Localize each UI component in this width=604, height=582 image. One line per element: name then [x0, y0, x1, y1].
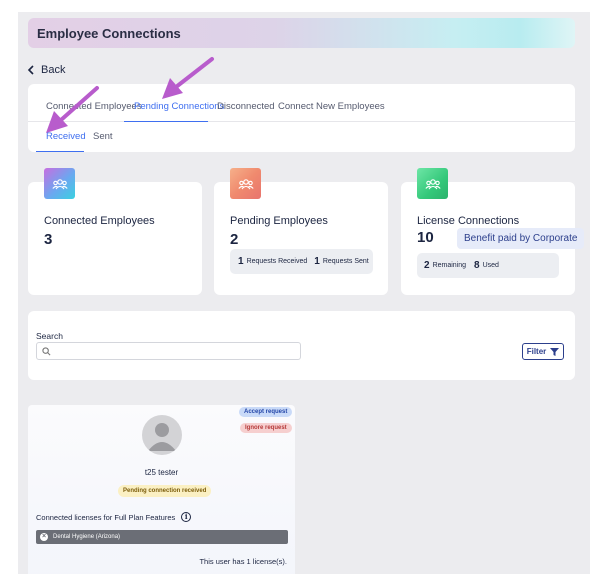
used-label: Used: [482, 262, 499, 269]
search-panel: Search Filter: [28, 311, 575, 380]
requests-received-label: Requests Received: [246, 258, 308, 265]
annotation-arrow-icon: [162, 57, 214, 99]
group-icon: [44, 168, 75, 199]
benefit-badge: Benefit paid by Corporate: [457, 228, 585, 249]
active-tab-indicator: [124, 121, 208, 122]
search-label: Search: [36, 331, 63, 341]
primary-tab-row: Connected Employees Pending Connections …: [28, 84, 575, 122]
licenses-title: Connected licenses for Full Plan Feature…: [36, 512, 192, 522]
used-count: 8: [474, 260, 480, 271]
remaining-count: 2: [424, 260, 430, 271]
stat-label: Connected Employees: [44, 215, 155, 227]
ignore-request-button[interactable]: Ignore request: [240, 423, 292, 433]
stat-label: License Connections: [417, 215, 520, 227]
license-count: This user has 1 license(s).: [199, 557, 287, 566]
license-item-label: Dental Hygiene (Arizona): [53, 534, 121, 540]
pending-breakdown: 1 Requests Received 1 Requests Sent: [230, 249, 373, 274]
group-icon: [230, 168, 261, 199]
annotation-arrow-icon: [46, 86, 99, 133]
pending-user-card: Accept request Ignore request t25 tester…: [28, 405, 295, 574]
remaining-label: Remaining: [432, 262, 467, 269]
info-icon[interactable]: i: [181, 512, 192, 522]
stat-label: Pending Employees: [230, 215, 328, 227]
stat-value: 3: [44, 231, 53, 248]
page-title: Employee Connections: [37, 25, 181, 41]
requests-sent-label: Requests Sent: [322, 258, 369, 265]
active-subtab-indicator: [36, 151, 84, 152]
group-icon: [417, 168, 448, 199]
licenses-title-text: Connected licenses for Full Plan Feature…: [36, 512, 176, 522]
accept-request-button[interactable]: Accept request: [239, 407, 293, 417]
search-input[interactable]: [56, 346, 300, 356]
filter-label: Filter: [526, 347, 547, 356]
search-icon: [42, 346, 51, 355]
license-breakdown: 2 Remaining 8 Used: [417, 253, 559, 278]
back-label: Back: [41, 64, 66, 76]
chevron-left-icon: [27, 65, 34, 75]
avatar: [142, 415, 182, 455]
requests-received-count: 1: [238, 256, 244, 267]
remove-icon[interactable]: ×: [40, 533, 48, 541]
filter-button[interactable]: Filter: [522, 343, 564, 360]
license-item: × Dental Hygiene (Arizona): [36, 530, 288, 544]
tab-disconnected[interactable]: Disconnected: [217, 101, 275, 112]
tab-pending-connections[interactable]: Pending Connections: [134, 101, 224, 112]
status-badge: Pending connection received: [118, 485, 212, 497]
filter-icon: [550, 347, 560, 356]
user-name: t25 tester: [144, 468, 179, 477]
search-field[interactable]: [36, 342, 301, 360]
app-window: Employee Connections Back Connected Empl…: [18, 12, 590, 574]
stat-value: 10: [417, 229, 434, 246]
stat-card-license: License Connections 10 Benefit paid by C…: [401, 168, 585, 295]
back-link[interactable]: Back: [27, 64, 65, 76]
requests-sent-count: 1: [314, 256, 320, 267]
stat-card-pending: Pending Employees 2 1 Requests Received …: [214, 168, 388, 295]
tabs-panel: Connected Employees Pending Connections …: [28, 84, 575, 152]
page-header-banner: Employee Connections: [28, 18, 575, 48]
tab-connect-new-employees[interactable]: Connect New Employees: [278, 101, 385, 112]
stat-card-connected: Connected Employees 3: [28, 168, 202, 295]
stat-value: 2: [230, 231, 239, 248]
